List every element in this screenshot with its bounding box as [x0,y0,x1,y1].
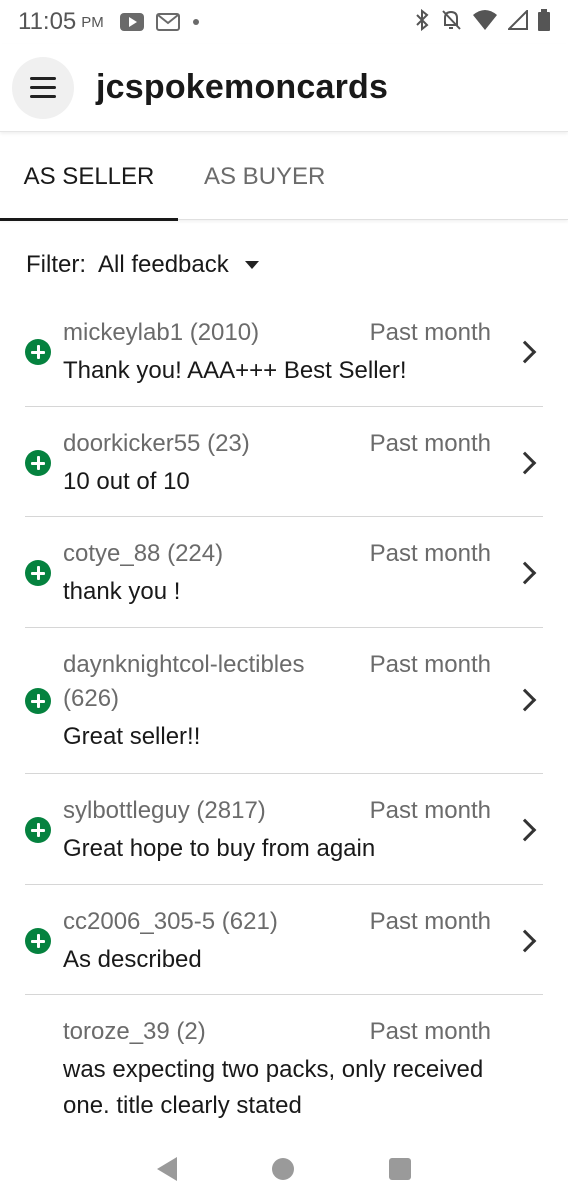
feedback-user: daynknightcol-lectibles (626) [63,651,305,712]
feedback-tabs: AS SELLER AS BUYER [0,133,568,221]
feedback-user: toroze_39 (2) [63,1018,206,1045]
mute-icon [442,10,461,30]
menu-button[interactable] [12,56,74,119]
feedback-user: doorkicker55 (23) [63,430,250,457]
feedback-header: cc2006_305-5 (621) Past month [63,905,491,939]
hamburger-icon-line [30,86,56,89]
app-bar: jcspokemoncards [0,44,568,132]
chevron-right-icon [513,818,537,842]
feedback-time: Past month [369,651,491,678]
chevron-right-icon [513,688,537,712]
positive-feedback-icon [25,450,51,476]
gmail-icon [155,13,180,31]
feedback-user: cc2006_305-5 (621) [63,908,278,935]
feedback-header: cotye_88 (224) Past month [63,537,491,571]
feedback-comment: thank you ! [63,578,181,605]
system-nav-bar [0,1138,568,1200]
filter-dropdown[interactable]: Filter: All feedback [26,246,259,284]
feedback-row[interactable]: cc2006_305-5 (621) Past month As describ… [25,885,543,995]
notification-dot-icon [192,19,199,25]
chevron-right-icon [513,451,537,475]
chevron-right-icon [513,929,537,953]
status-ampm: PM [81,13,104,31]
chevron-right-icon [513,561,537,585]
youtube-icon [119,13,144,31]
feedback-row[interactable]: cotye_88 (224) Past month thank you ! [25,517,543,628]
feedback-comment: Thank you! AAA+++ Best Seller! [63,357,407,384]
filter-label: Filter: [26,251,86,278]
back-icon[interactable] [157,1157,178,1181]
caret-down-icon [244,261,259,269]
tab-as-buyer[interactable]: AS BUYER [204,133,325,220]
feedback-comment: Great seller!! [63,723,201,750]
feedback-comment: was expecting two packs, only received o… [63,1056,484,1119]
feedback-time: Past month [369,430,491,457]
feedback-user: sylbottleguy (2817) [63,797,266,824]
positive-feedback-icon [25,928,51,954]
notification-icons [119,13,200,31]
feedback-time: Past month [369,1018,491,1045]
feedback-time: Past month [369,319,491,346]
feedback-header: sylbottleguy (2817) Past month [63,794,491,828]
positive-feedback-icon [25,817,51,843]
feedback-list: mickeylab1 (2010) Past month Thank you! … [0,296,568,1146]
feedback-row[interactable]: toroze_39 (2) Past month was expecting t… [25,995,543,1146]
hamburger-icon [30,77,56,80]
feedback-time: Past month [369,797,491,824]
feedback-user: cotye_88 (224) [63,540,224,567]
recent-apps-icon[interactable] [388,1158,411,1180]
tab-as-seller[interactable]: AS SELLER [0,133,178,221]
feedback-header: mickeylab1 (2010) Past month [63,316,491,350]
positive-feedback-icon [25,339,51,365]
feedback-comment: As described [63,946,202,973]
status-time: 11:05 [18,8,77,35]
feedback-row[interactable]: sylbottleguy (2817) Past month Great hop… [25,774,543,885]
chevron-right-icon [513,340,537,364]
feedback-row[interactable]: daynknightcol-lectibles (626) Past month… [25,628,543,774]
hamburger-icon-line [30,95,56,98]
battery-icon [538,9,550,31]
positive-feedback-icon [25,688,51,714]
positive-feedback-icon [25,560,51,586]
feedback-header: toroze_39 (2) Past month [63,1015,491,1049]
status-bar: 11:05 PM [0,0,568,44]
feedback-time: Past month [369,908,491,935]
filter-value: All feedback [98,251,229,278]
feedback-time: Past month [369,540,491,567]
feedback-user: mickeylab1 (2010) [63,319,260,346]
feedback-header: doorkicker55 (23) Past month [63,427,491,461]
signal-icon [508,10,528,30]
home-icon[interactable] [271,1158,294,1180]
feedback-row[interactable]: doorkicker55 (23) Past month 10 out of 1… [25,407,543,517]
feedback-comment: Great hope to buy from again [63,835,376,862]
feedback-header: daynknightcol-lectibles (626) Past month [63,648,491,716]
wifi-icon [473,10,497,30]
feedback-comment: 10 out of 10 [63,468,190,495]
system-icons [414,8,550,32]
bluetooth-icon [416,8,429,32]
feedback-row[interactable]: mickeylab1 (2010) Past month Thank you! … [25,296,543,407]
page-title: jcspokemoncards [96,68,389,106]
